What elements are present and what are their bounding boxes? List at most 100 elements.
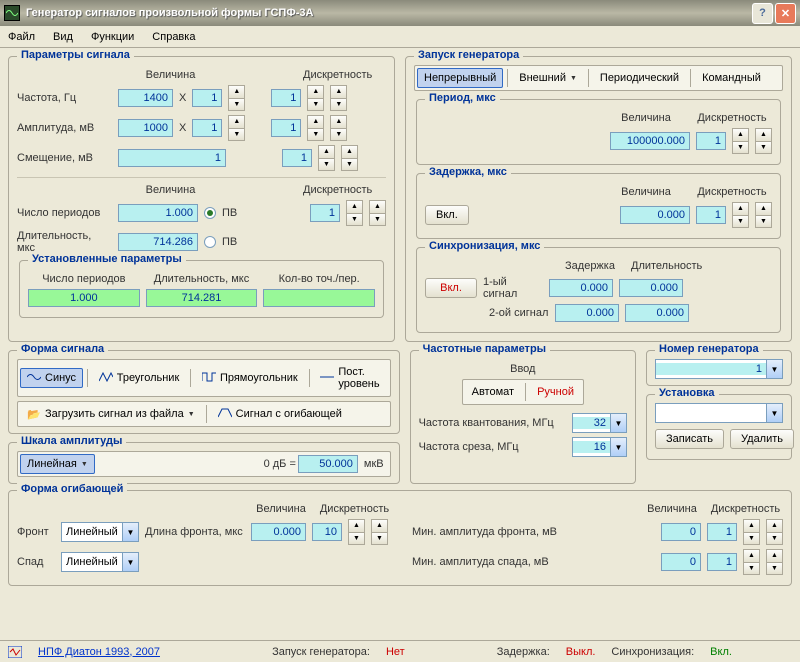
freq-input[interactable] (118, 89, 173, 107)
legend-amplitude-scale: Шкала амплитуды (17, 435, 126, 447)
freq-disc-input[interactable] (271, 89, 301, 107)
scale-mode-button[interactable]: Линейная▼ (20, 454, 95, 474)
amp-mult-input[interactable] (192, 119, 222, 137)
write-button[interactable]: Записать (655, 429, 724, 449)
chevron-down-icon: ▼ (122, 523, 138, 541)
amp-disc-spinner[interactable]: ▲▼ (307, 115, 324, 141)
delay-spinner[interactable]: ▲▼ (755, 202, 772, 228)
amp-input[interactable] (118, 119, 173, 137)
load-from-file-button[interactable]: 📂Загрузить сигнал из файла▼ (20, 404, 202, 424)
period-input[interactable] (610, 132, 690, 150)
front-spinner[interactable]: ▲▼ (371, 519, 388, 545)
env-disc-label: Дискретность (317, 503, 392, 515)
delay-input[interactable] (620, 206, 690, 224)
min-front-amp-input[interactable] (661, 523, 701, 541)
periods-pv-radio[interactable] (204, 207, 216, 219)
mode-external-button[interactable]: Внешний▼ (512, 68, 584, 88)
min-decay-disc-input[interactable] (707, 553, 737, 571)
vendor-link[interactable]: НПФ Диатон 1993, 2007 (38, 646, 160, 658)
group-period: Период, мкс Величина Дискретность ▲▼ ▲▼ (416, 99, 781, 165)
periods-disc-input[interactable] (310, 204, 340, 222)
chevron-down-icon: ▼ (610, 438, 626, 456)
min-front-spinner[interactable]: ▲▼ (766, 519, 783, 545)
min-decay-spinner[interactable]: ▲▼ (766, 549, 783, 575)
offset-disc-input[interactable] (282, 149, 312, 167)
menu-file[interactable]: Файл (8, 31, 35, 43)
mode-continuous-button[interactable]: Непрерывный (417, 68, 503, 88)
amp-spinner[interactable]: ▲▼ (330, 115, 347, 141)
fs-dropdown[interactable]: 32▼ (572, 413, 627, 433)
close-button[interactable]: ✕ (775, 3, 796, 24)
group-install: Установка ▼ Записать Удалить (646, 394, 792, 460)
period-disc-input[interactable] (696, 132, 726, 150)
period-disc-label: Дискретность (692, 112, 772, 124)
status-sync-label: Синхронизация: (611, 646, 694, 658)
input-auto-button[interactable]: Автомат (465, 382, 521, 402)
decay-label: Спад (17, 556, 55, 568)
menu-func[interactable]: Функции (91, 31, 134, 43)
min-front-disc-input[interactable] (707, 523, 737, 541)
front-disc-spinner[interactable]: ▲▼ (348, 519, 365, 545)
sync-enable-button[interactable]: Вкл. (425, 278, 477, 298)
duration-pv-radio[interactable] (204, 236, 216, 248)
menu-view[interactable]: Вид (53, 31, 73, 43)
generator-number-dropdown[interactable]: 1▼ (655, 359, 783, 379)
front-duration-input[interactable] (251, 523, 306, 541)
freq-mult-input[interactable] (192, 89, 222, 107)
sync-sig1-delay-input[interactable] (549, 279, 613, 297)
shape-sinus-button[interactable]: Синус (20, 368, 83, 388)
min-decay-disc-spinner[interactable]: ▲▼ (743, 549, 760, 575)
delay-enable-button[interactable]: Вкл. (425, 205, 469, 225)
legend-delay: Задержка, мкс (425, 166, 511, 178)
duration-input[interactable] (118, 233, 198, 251)
envelope-signal-button[interactable]: Сигнал с огибающей (211, 404, 349, 424)
set-dur-label: Длительность, мкс (146, 273, 258, 285)
shape-rect-button[interactable]: Прямоугольник (195, 368, 305, 388)
delay-disc-input[interactable] (696, 206, 726, 224)
min-front-disc-spinner[interactable]: ▲▼ (743, 519, 760, 545)
chevron-down-icon: ▼ (570, 75, 577, 82)
set-pts-value (263, 289, 375, 307)
help-button[interactable]: ? (752, 3, 773, 24)
freq-spinner[interactable]: ▲▼ (330, 85, 347, 111)
periods-input[interactable] (118, 204, 198, 222)
sync-sig2-dur-input[interactable] (625, 304, 689, 322)
duration-pv-label: ПВ (222, 236, 237, 248)
envelope-icon (218, 408, 232, 420)
input-manual-button[interactable]: Ручной (530, 382, 581, 402)
shape-triangle-button[interactable]: Треугольник (92, 368, 187, 388)
min-decay-amp-input[interactable] (661, 553, 701, 571)
legend-period: Период, мкс (425, 92, 500, 104)
sync-sig1-dur-input[interactable] (619, 279, 683, 297)
decay-mode-dropdown[interactable]: Линейный▼ (61, 552, 139, 572)
chevron-down-icon: ▼ (766, 404, 782, 422)
offset-input[interactable] (118, 149, 226, 167)
install-dropdown[interactable]: ▼ (655, 403, 783, 423)
freq-mult-spinner[interactable]: ▲▼ (228, 85, 245, 111)
mode-periodic-button[interactable]: Периодический (593, 68, 686, 88)
group-amplitude-scale: Шкала амплитуды Линейная▼ 0 дБ = мкВ (8, 442, 400, 484)
periods-disc-spinner[interactable]: ▲▼ (346, 200, 363, 226)
amp-mult-spinner[interactable]: ▲▼ (228, 115, 245, 141)
sync-sig2-delay-input[interactable] (555, 304, 619, 322)
front-mode-dropdown[interactable]: Линейный▼ (61, 522, 139, 542)
offset-disc-spinner[interactable]: ▲▼ (318, 145, 335, 171)
cutoff-dropdown[interactable]: 16▼ (572, 437, 627, 457)
menu-help[interactable]: Справка (152, 31, 195, 43)
front-disc-input[interactable] (312, 523, 342, 541)
shape-dc-button[interactable]: Пост. уровень (313, 362, 387, 394)
freq-label: Частота, Гц (17, 92, 112, 104)
offset-spinner[interactable]: ▲▼ (341, 145, 358, 171)
periods-spinner[interactable]: ▲▼ (369, 200, 386, 226)
square-wave-icon (202, 372, 216, 384)
amp-disc-input[interactable] (271, 119, 301, 137)
legend-sync: Синхронизация, мкс (425, 240, 544, 252)
cutoff-label: Частота среза, МГц (419, 441, 566, 453)
period-disc-spinner[interactable]: ▲▼ (732, 128, 749, 154)
zero-db-input[interactable] (298, 455, 358, 473)
delay-disc-spinner[interactable]: ▲▼ (732, 202, 749, 228)
mode-command-button[interactable]: Командный (695, 68, 768, 88)
delete-button[interactable]: Удалить (730, 429, 794, 449)
period-spinner[interactable]: ▲▼ (755, 128, 772, 154)
freq-disc-spinner[interactable]: ▲▼ (307, 85, 324, 111)
